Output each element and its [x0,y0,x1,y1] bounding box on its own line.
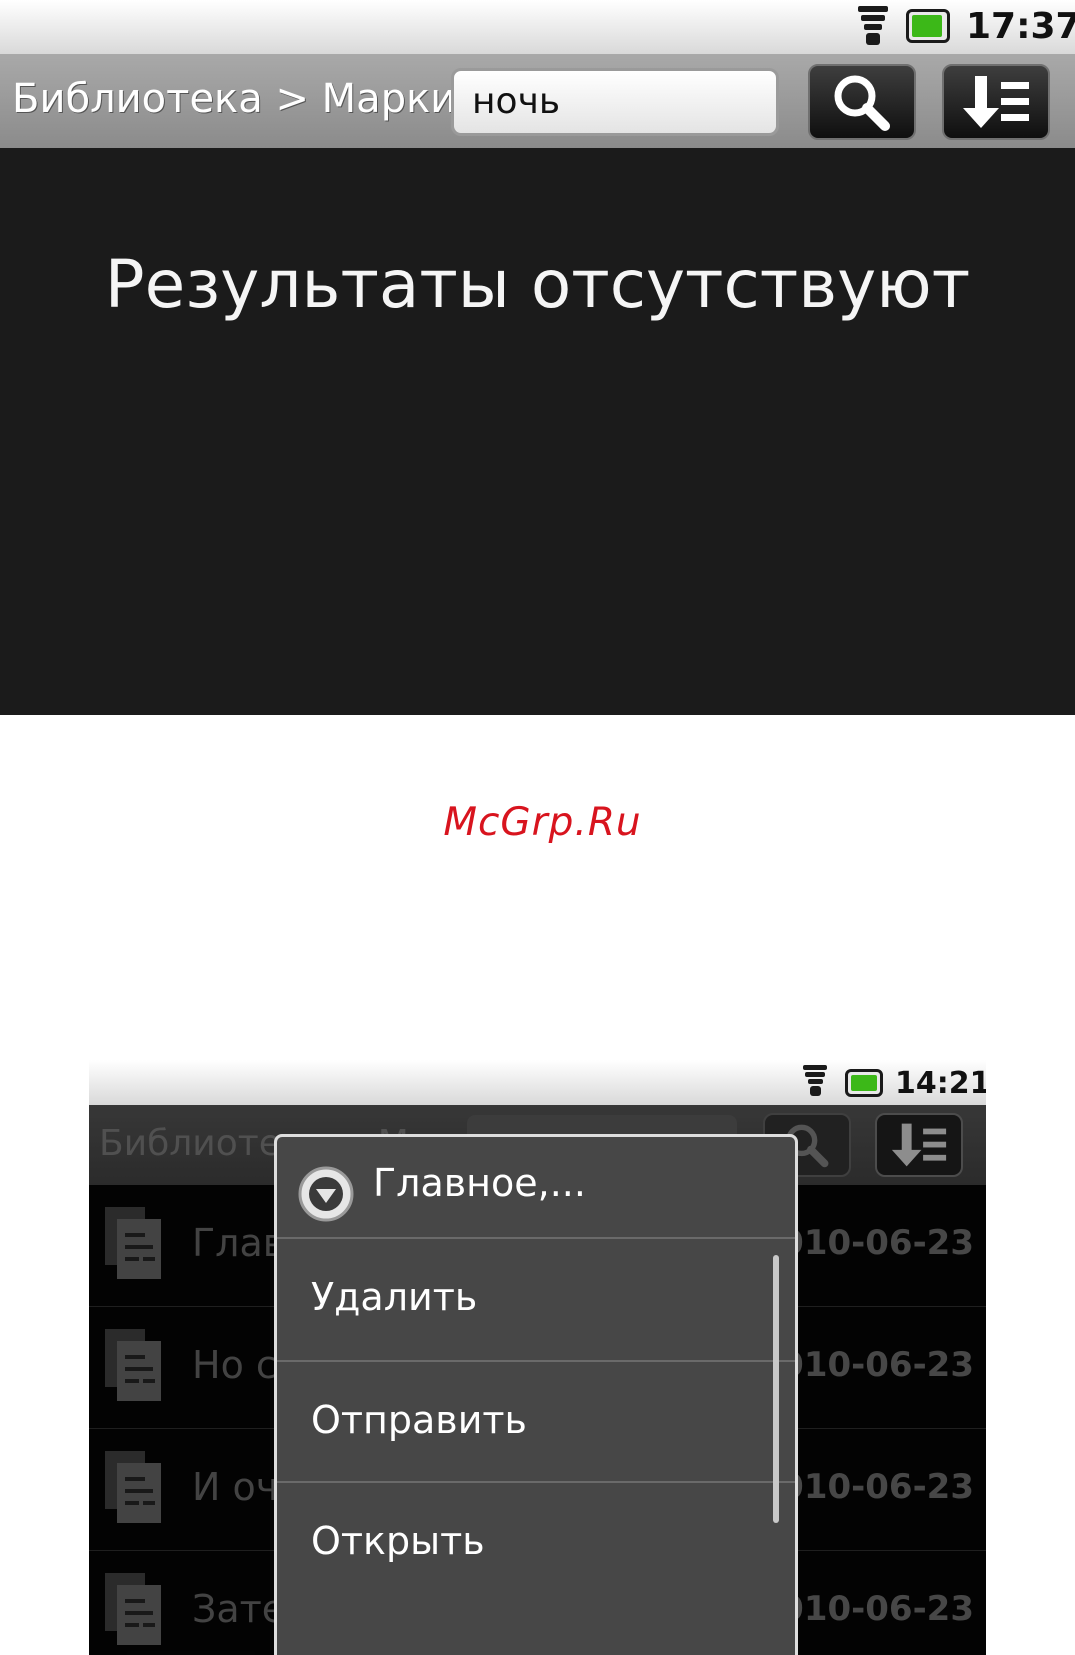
search-input-value: ночь [472,81,561,122]
wifi-icon [856,6,890,48]
search-icon [834,75,890,131]
collapse-icon [298,1166,354,1222]
wifi-icon [801,1065,829,1101]
search-input[interactable]: ночь [451,68,779,136]
menu-item-label: Удалить [311,1275,478,1319]
status-time: 14:21 [895,1066,986,1101]
status-bar: 17:37 [0,0,1075,54]
toolbar: Библиотека > Маркиі ночь [0,54,1075,148]
sort-icon [963,76,1029,128]
search-button[interactable] [808,64,916,140]
menu-item-send[interactable]: Отправить [277,1362,795,1483]
menu-item-open[interactable]: Открыть [277,1483,795,1604]
sort-button[interactable] [942,64,1050,140]
empty-results-message: Результаты отсутствуют [104,246,971,323]
status-bar-2: 14:21 [89,1060,986,1105]
menu-item-delete[interactable]: Удалить [277,1239,795,1360]
watermark-text: McGrp.Ru [443,800,642,845]
screenshot-context-menu: 14:21 Библиотека > Мар... Глав [89,1060,986,1655]
menu-item-label: Открыть [311,1519,485,1563]
battery-icon [906,9,950,43]
menu-item-label: Отправить [311,1398,527,1442]
battery-icon [845,1069,883,1097]
screenshot-library-search: 17:37 Библиотека > Маркиі ночь Результат… [0,0,1075,715]
context-menu-dialog: Главное,... Удалить Отправить Открыть [274,1134,798,1655]
scrollbar[interactable] [773,1255,779,1523]
dialog-title: Главное,... [373,1161,586,1205]
status-time: 17:37 [966,6,1075,47]
breadcrumb[interactable]: Библиотека > Маркиі [12,76,452,122]
dialog-header: Главное,... [277,1137,795,1237]
